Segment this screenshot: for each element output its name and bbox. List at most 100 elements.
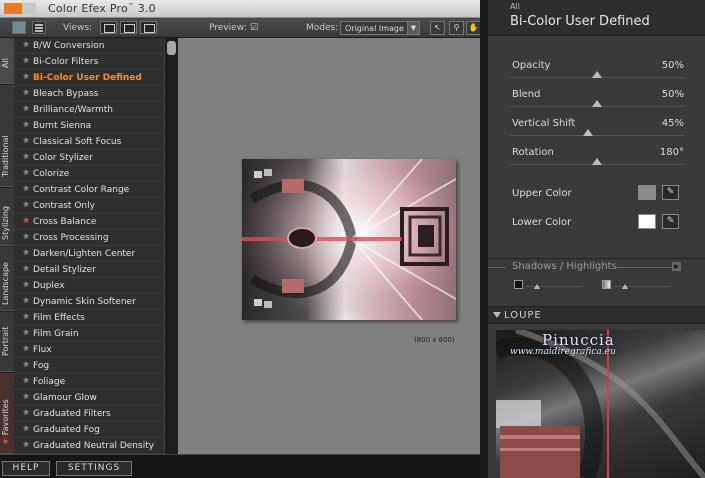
- star-icon[interactable]: ★: [22, 376, 30, 386]
- divider-line: [616, 267, 672, 268]
- filter-item[interactable]: ★ Duplex: [14, 278, 164, 294]
- filter-item[interactable]: ★ B/W Conversion: [14, 38, 164, 54]
- tab-traditional[interactable]: Traditional: [0, 85, 14, 187]
- loupe-header[interactable]: LOUPE: [488, 306, 705, 324]
- filter-item[interactable]: ★ Bi-Color Filters: [14, 54, 164, 70]
- filter-item[interactable]: ★ Flux: [14, 342, 164, 358]
- filter-item[interactable]: ★ Bleach Bypass: [14, 86, 164, 102]
- star-icon[interactable]: ★: [22, 440, 30, 450]
- filter-item[interactable]: ★ Graduated Neutral Density: [14, 438, 164, 454]
- slider-thumb[interactable]: [583, 129, 594, 136]
- filter-item[interactable]: ★ Graduated Filters: [14, 406, 164, 422]
- slider-thumb[interactable]: [592, 100, 602, 107]
- filter-item[interactable]: ★ Glamour Glow: [14, 390, 164, 406]
- thumbnail-view-icon[interactable]: [12, 21, 26, 34]
- highlight-slider-thumb[interactable]: [622, 284, 629, 289]
- single-view-button[interactable]: [100, 21, 117, 34]
- shadow-icon: [514, 280, 523, 289]
- settings-button[interactable]: SETTINGS: [56, 461, 132, 476]
- slider-blend[interactable]: Blend 50%: [510, 89, 684, 115]
- zoom-tool-icon[interactable]: ⚲: [449, 21, 464, 35]
- collapse-arrow-icon: [493, 312, 501, 318]
- filter-item[interactable]: ★ Fog: [14, 358, 164, 374]
- filter-item[interactable]: ★ Graduated Fog: [14, 422, 164, 438]
- filter-item[interactable]: ★ Contrast Only: [14, 198, 164, 214]
- filter-item[interactable]: ★ Burnt Sienna: [14, 118, 164, 134]
- star-icon[interactable]: ★: [22, 312, 30, 322]
- star-icon[interactable]: ★: [22, 136, 30, 146]
- scrollbar-thumb[interactable]: [167, 41, 176, 55]
- star-icon[interactable]: ★: [22, 120, 30, 130]
- filter-item[interactable]: ★ Cross Balance: [14, 214, 164, 230]
- star-icon[interactable]: ★: [22, 152, 30, 162]
- star-icon[interactable]: ★: [22, 72, 30, 82]
- star-icon[interactable]: ★: [22, 392, 30, 402]
- star-icon[interactable]: ★: [22, 296, 30, 306]
- app-title: Color Efex Pro™ 3.0: [48, 2, 156, 15]
- tab-landscape[interactable]: Landscape: [0, 247, 14, 311]
- split-view-button[interactable]: [120, 21, 137, 34]
- star-icon[interactable]: ★: [22, 424, 30, 434]
- filter-item[interactable]: ★ Cross Processing: [14, 230, 164, 246]
- shadow-slider-thumb[interactable]: [534, 284, 541, 289]
- pointer-tool-icon[interactable]: ↖: [430, 21, 445, 35]
- upper-color-swatch[interactable]: [638, 185, 656, 200]
- star-icon[interactable]: ★: [22, 184, 30, 194]
- star-icon[interactable]: ★: [22, 264, 30, 274]
- shadow-slider[interactable]: [514, 280, 582, 294]
- star-icon[interactable]: ★: [22, 200, 30, 210]
- lower-color-swatch[interactable]: [638, 214, 656, 229]
- filter-item[interactable]: ★ Brilliance/Warmth: [14, 102, 164, 118]
- filter-item[interactable]: ★ Film Effects: [14, 310, 164, 326]
- filter-list-scrollbar[interactable]: [164, 38, 178, 454]
- preview-checkbox[interactable]: ☑: [250, 23, 258, 33]
- eyedropper-icon[interactable]: ✎: [662, 185, 679, 200]
- side-by-side-view-button[interactable]: [140, 21, 157, 34]
- filter-list: ★ B/W Conversion ★ Bi-Color Filters ★ Bi-Colo…: [14, 38, 164, 454]
- slider-vertical-shift[interactable]: Vertical Shift 45%: [510, 118, 684, 144]
- slider-thumb[interactable]: [592, 158, 602, 165]
- tab-favorites[interactable]: ★ Favorites: [0, 373, 14, 454]
- filter-item[interactable]: ★ Classical Soft Focus: [14, 134, 164, 150]
- modes-select[interactable]: Original Image ▼: [340, 21, 420, 35]
- star-icon[interactable]: ★: [22, 344, 30, 354]
- star-icon[interactable]: ★: [22, 88, 30, 98]
- shadows-highlights-header[interactable]: Shadows / Highlights ▶: [488, 260, 705, 274]
- star-icon[interactable]: ★: [22, 232, 30, 242]
- slider-opacity[interactable]: Opacity 50%: [510, 60, 684, 86]
- star-icon[interactable]: ★: [22, 56, 30, 66]
- list-view-icon[interactable]: [32, 21, 46, 34]
- slider-value: 45%: [661, 118, 684, 129]
- star-icon[interactable]: ★: [22, 168, 30, 178]
- star-icon[interactable]: ★: [22, 216, 30, 226]
- filter-item[interactable]: ★ Bi-Color User Defined: [14, 70, 164, 86]
- tab-all[interactable]: All: [0, 38, 14, 84]
- slider-rotation[interactable]: Rotation 180°: [510, 147, 684, 173]
- filter-item[interactable]: ★ Film Grain: [14, 326, 164, 342]
- star-icon[interactable]: ★: [22, 280, 30, 290]
- star-icon[interactable]: ★: [22, 408, 30, 418]
- highlight-slider[interactable]: [602, 280, 670, 294]
- star-icon[interactable]: ★: [22, 328, 30, 338]
- filter-item[interactable]: ★ Detail Stylizer: [14, 262, 164, 278]
- slider-thumb[interactable]: [592, 71, 602, 78]
- help-button[interactable]: HELP: [2, 461, 50, 476]
- star-icon[interactable]: ★: [22, 40, 30, 50]
- slider-track[interactable]: [510, 135, 684, 136]
- star-icon[interactable]: ★: [22, 248, 30, 258]
- star-icon[interactable]: ★: [22, 104, 30, 114]
- preview-image[interactable]: [242, 159, 456, 320]
- star-icon[interactable]: ★: [22, 360, 30, 370]
- preview-canvas[interactable]: (800 x 600): [178, 38, 480, 454]
- filter-item[interactable]: ★ Color Stylizer: [14, 150, 164, 166]
- filter-item[interactable]: ★ Dynamic Skin Softener: [14, 294, 164, 310]
- filter-item[interactable]: ★ Colorize: [14, 166, 164, 182]
- filter-item[interactable]: ★ Foliage: [14, 374, 164, 390]
- expand-arrow-icon[interactable]: ▶: [672, 262, 681, 271]
- tab-stylizing[interactable]: Stylizing: [0, 188, 14, 246]
- tab-portrait[interactable]: Portrait: [0, 312, 14, 372]
- filter-item[interactable]: ★ Contrast Color Range: [14, 182, 164, 198]
- hand-tool-icon[interactable]: ✋: [466, 21, 481, 35]
- eyedropper-icon[interactable]: ✎: [662, 214, 679, 229]
- filter-item[interactable]: ★ Darken/Lighten Center: [14, 246, 164, 262]
